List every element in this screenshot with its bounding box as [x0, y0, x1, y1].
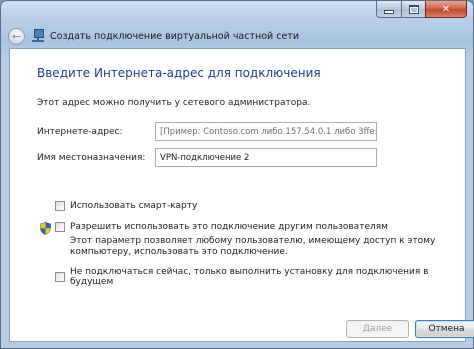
dont-connect-option[interactable]: Не подключаться сейчас, только выполнить… [55, 267, 465, 287]
allow-others-desc-line1: Этот параметр позволяет любому пользоват… [70, 236, 436, 246]
back-button[interactable]: ← [8, 27, 25, 45]
dont-connect-label: Не подключаться сейчас, только выполнить… [70, 267, 429, 287]
allow-others-desc-line2: компьютеру, использовать это подключение… [70, 247, 288, 257]
page-subtext: Этот адрес можно получить у сетевого адм… [37, 98, 311, 108]
page-heading: Введите Интернета-адрес для подключения [37, 66, 321, 80]
smart-card-option[interactable]: Использовать смарт-карту [55, 201, 197, 211]
minimize-icon [384, 9, 394, 14]
internet-address-input[interactable]: [Пример: Contoso.com либо 157.54.0.1 либ… [155, 122, 377, 141]
close-icon: ✕ [441, 3, 451, 15]
title-bar[interactable]: ✕ [1, 1, 473, 23]
network-connection-icon [32, 29, 44, 43]
wizard-nav: ← Создать подключение виртуальной частно… [8, 26, 466, 46]
allow-others-checkbox[interactable] [55, 222, 65, 232]
maximize-button[interactable] [401, 1, 425, 18]
smart-card-label: Использовать смарт-карту [70, 201, 198, 211]
wizard-content: Введите Интернета-адрес для подключения … [9, 48, 474, 342]
back-arrow-icon: ← [11, 29, 22, 43]
close-button[interactable]: ✕ [425, 1, 467, 18]
wizard-title: Создать подключение виртуальной частной … [50, 30, 299, 42]
wizard-footer: Далее Отмена [10, 320, 474, 341]
cancel-button[interactable]: Отмена [415, 320, 474, 338]
destination-name-input[interactable]: VPN-подключение 2 [155, 148, 377, 167]
internet-address-label: Интернете-адрес: [37, 127, 123, 137]
allow-others-label: Разрешить использовать это подключение д… [70, 222, 388, 232]
window-controls: ✕ [376, 1, 467, 18]
destination-name-label: Имя местоназначения: [37, 153, 146, 163]
allow-others-description: Этот параметр позволяет любому пользоват… [70, 236, 435, 258]
dialog-window: ✕ ← Создать подключение виртуальной част… [0, 0, 474, 349]
smart-card-checkbox[interactable] [55, 201, 65, 211]
uac-shield-icon [40, 222, 51, 235]
next-button[interactable]: Далее [346, 320, 409, 338]
minimize-button[interactable] [376, 1, 401, 18]
maximize-icon [408, 4, 419, 14]
dont-connect-checkbox[interactable] [55, 272, 65, 282]
allow-others-option[interactable]: Разрешить использовать это подключение д… [55, 222, 388, 232]
